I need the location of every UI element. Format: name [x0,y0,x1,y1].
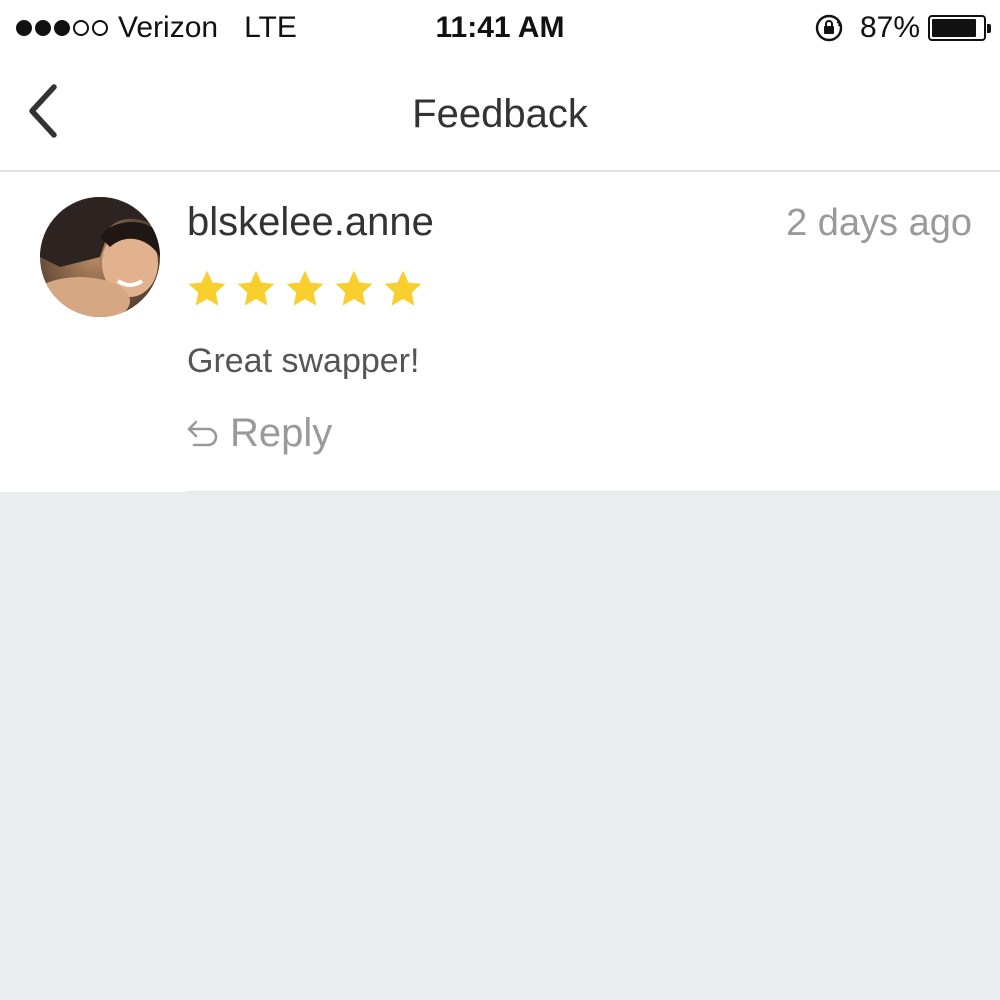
avatar[interactable] [40,197,160,317]
orientation-lock-icon [815,14,843,42]
status-left: Verizon LTE [16,8,297,48]
battery-percent: 87% [859,11,920,44]
divider [186,491,1000,492]
reply-label: Reply [230,410,333,455]
status-bar: Verizon LTE 11:41 AM 87% [0,0,1000,56]
status-right: 87% [814,8,991,48]
reply-button[interactable]: Reply [186,408,332,458]
username[interactable]: blskelee.anne [187,200,434,245]
carrier-name: Verizon [118,11,219,44]
star-icon [188,270,226,306]
star-icon [384,270,422,306]
page-title: Feedback [412,92,588,136]
star-icon [286,270,324,306]
signal-strength-icon [16,20,108,36]
network-type: LTE [244,11,297,44]
battery-icon [928,15,991,41]
chevron-left-icon [29,84,57,138]
back-button[interactable] [14,78,70,144]
star-rating [186,268,424,310]
timestamp: 2 days ago [786,202,972,244]
star-icon [335,270,373,306]
feedback-comment: Great swapper! [187,342,420,380]
reply-arrow-icon [187,420,218,447]
navigation-bar: Feedback [0,56,1000,172]
star-icon [237,270,275,306]
avatar-image [40,197,160,317]
feedback-item: blskelee.anne 2 days ago Great swapper! … [0,172,1000,492]
battery-level [932,19,976,37]
